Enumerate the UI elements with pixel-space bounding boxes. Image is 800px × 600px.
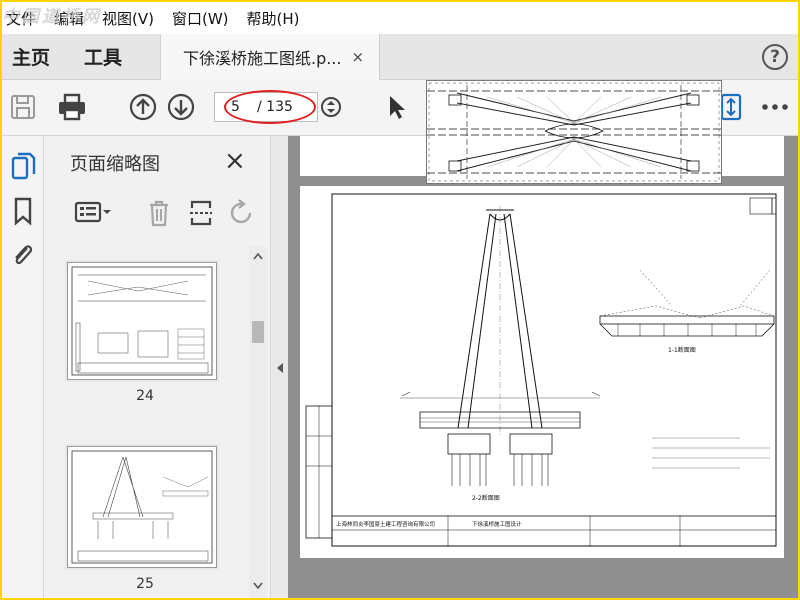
company-name: 上海林同炎李国豪土建工程咨询有限公司: [336, 520, 435, 528]
thumbnail-page-number: 24: [136, 388, 154, 404]
rotate-icon[interactable]: [228, 198, 256, 232]
attachment-icon[interactable]: [10, 240, 36, 270]
collapse-panel-handle[interactable]: [270, 136, 288, 598]
scroll-down-icon[interactable]: [253, 582, 263, 590]
total-pages-label: / 135: [257, 99, 293, 115]
help-button[interactable]: ?: [762, 44, 788, 70]
menu-bar: 文件 编辑 视图(V) 窗口(W) 帮助(H): [2, 2, 798, 34]
thumbnail-page-24[interactable]: [67, 262, 217, 380]
panel-title: 页面缩略图: [70, 154, 160, 175]
tab-bar: 主页 工具 下徐溪桥施工图纸.p... × ?: [2, 34, 798, 80]
collapse-arrow-icon: [277, 363, 283, 373]
current-page-input[interactable]: [231, 99, 249, 115]
document-view[interactable]: 2-2断面图 1-1断面图 上海林同炎李国豪土建工程咨询有限公司 下徐溪桥施工图…: [288, 136, 798, 598]
bookmark-icon[interactable]: [10, 196, 36, 226]
thumbnail-page-25[interactable]: [67, 446, 217, 568]
engineering-drawing: 2-2断面图 1-1断面图 上海林同炎李国豪土建工程咨询有限公司 下徐溪桥施工图…: [305, 193, 777, 547]
delete-page-icon[interactable]: [146, 198, 172, 232]
thumbnail-panel: 页面缩略图 × 24 25: [44, 136, 270, 598]
close-panel-button[interactable]: ×: [224, 146, 246, 176]
scroll-up-icon[interactable]: [253, 252, 263, 260]
close-tab-button[interactable]: ×: [352, 48, 365, 66]
zoom-stepper-icon[interactable]: [318, 90, 344, 124]
menu-view[interactable]: 视图(V): [102, 8, 154, 29]
page-down-icon[interactable]: [164, 90, 198, 124]
scrollbar-thumb[interactable]: [252, 321, 264, 343]
thumbnail-list: 24 25: [44, 246, 249, 598]
menu-edit[interactable]: 编辑: [54, 8, 84, 29]
page-up-icon[interactable]: [126, 90, 160, 124]
more-options-icon[interactable]: [758, 90, 792, 124]
thumbnail-options-icon[interactable]: [74, 198, 114, 232]
section-1-label: 1-1断面图: [668, 346, 696, 354]
thumbnail-toolbar: [44, 194, 270, 234]
menu-file[interactable]: 文件: [6, 8, 36, 29]
save-icon[interactable]: [6, 90, 40, 124]
page-number-field[interactable]: / 135: [214, 92, 318, 122]
tab-tools[interactable]: 工具: [84, 43, 122, 70]
floating-plan-drawing: [426, 80, 722, 184]
project-name: 下徐溪桥施工图设计: [472, 520, 522, 528]
menu-help[interactable]: 帮助(H): [247, 8, 300, 29]
thumbnail-scrollbar[interactable]: [249, 246, 267, 598]
app-window: 文件 编辑 视图(V) 窗口(W) 帮助(H) 中国道桥网 主页 工具 下徐溪桥…: [2, 2, 798, 598]
thumbnail-page-number: 25: [136, 576, 154, 592]
menu-window[interactable]: 窗口(W): [172, 8, 229, 29]
document-tab-title: 下徐溪桥施工图纸.p...: [183, 49, 342, 68]
select-cursor-icon[interactable]: [380, 90, 414, 124]
tab-home[interactable]: 主页: [12, 43, 50, 70]
extract-pages-icon[interactable]: [188, 198, 214, 232]
current-page: 2-2断面图 1-1断面图 上海林同炎李国豪土建工程咨询有限公司 下徐溪桥施工图…: [300, 186, 784, 558]
page-thumbnails-icon[interactable]: [10, 152, 36, 182]
print-icon[interactable]: [52, 90, 92, 124]
left-rail: [2, 136, 44, 598]
tab-document[interactable]: 下徐溪桥施工图纸.p... ×: [160, 34, 380, 80]
section-2-label: 2-2断面图: [472, 494, 500, 502]
